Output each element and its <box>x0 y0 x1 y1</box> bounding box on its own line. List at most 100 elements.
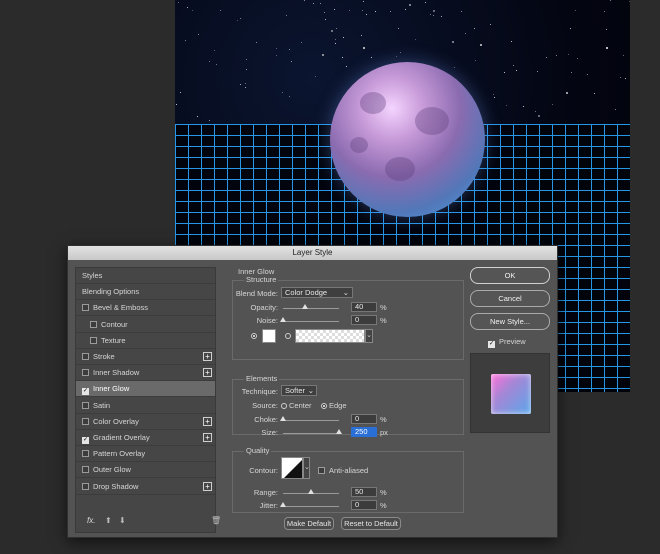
sidebar-item[interactable]: Bevel & Emboss <box>76 300 215 317</box>
edge-radio[interactable] <box>321 403 327 409</box>
chevron-down-icon[interactable]: ⌄ <box>365 329 373 343</box>
star <box>331 30 333 32</box>
star <box>546 57 547 58</box>
jitter-slider[interactable] <box>280 502 339 507</box>
sidebar-item-label: Stroke <box>93 352 115 361</box>
noise-input[interactable]: 0 <box>351 315 377 325</box>
range-slider-thumb[interactable] <box>308 489 314 494</box>
color-radio[interactable] <box>251 333 257 339</box>
move-down-icon[interactable]: ⬇ <box>119 516 126 525</box>
px-unit: px <box>380 428 388 437</box>
add-icon[interactable]: + <box>203 433 212 442</box>
cancel-button[interactable]: Cancel <box>470 290 550 307</box>
sidebar-item[interactable]: Outer Glow <box>76 462 215 479</box>
trash-icon[interactable]: 🗑 <box>211 516 221 525</box>
layer-style-dialog: Layer Style Styles Blending Options Bevel … <box>67 245 558 538</box>
sidebar-item[interactable]: Blending Options <box>76 284 215 301</box>
style-checkbox[interactable] <box>82 417 89 425</box>
star <box>342 57 343 58</box>
sidebar-item[interactable]: Satin <box>76 398 215 414</box>
size-slider-thumb[interactable] <box>336 429 342 434</box>
style-checkbox[interactable] <box>82 482 89 490</box>
sidebar-item[interactable]: Inner Shadow + <box>76 365 215 382</box>
star <box>375 11 376 12</box>
choke-slider[interactable] <box>280 416 339 421</box>
star <box>405 9 406 10</box>
style-checkbox[interactable]: ✓ <box>82 388 89 396</box>
gradient-picker[interactable] <box>295 329 365 343</box>
inner-glow-panel: Inner Glow Structure Blend Mode: Color D… <box>224 267 464 533</box>
noise-slider[interactable] <box>280 317 339 322</box>
range-input[interactable]: 50 <box>351 487 377 497</box>
sidebar-item[interactable]: ✓ Inner Glow <box>76 381 215 398</box>
blend-mode-select[interactable]: Color Dodge ⌄ <box>281 287 353 298</box>
anti-aliased-label: Anti-aliased <box>329 466 369 475</box>
style-checkbox[interactable] <box>82 466 89 474</box>
star <box>454 67 455 68</box>
range-slider[interactable] <box>283 489 339 494</box>
style-checkbox[interactable] <box>82 450 89 458</box>
chevron-down-icon[interactable]: ⌄ <box>303 457 310 479</box>
sidebar-item[interactable]: Contour <box>76 317 215 333</box>
technique-select[interactable]: Softer ⌄ <box>281 385 317 396</box>
new-style-button[interactable]: New Style... <box>470 313 550 330</box>
size-slider[interactable] <box>283 429 342 434</box>
opacity-slider[interactable] <box>283 304 339 309</box>
preview-box <box>470 353 550 433</box>
add-icon[interactable]: + <box>203 352 212 361</box>
opacity-input[interactable]: 40 <box>351 302 377 312</box>
star <box>409 4 411 6</box>
jitter-slider-thumb[interactable] <box>280 502 286 507</box>
opacity-slider-thumb[interactable] <box>302 304 309 309</box>
sidebar-item[interactable]: Color Overlay + <box>76 414 215 430</box>
reset-default-button[interactable]: Reset to Default <box>341 517 401 530</box>
sidebar-item[interactable]: ✓ Gradient Overlay + <box>76 430 215 446</box>
make-default-button[interactable]: Make Default <box>284 517 334 530</box>
noise-slider-thumb[interactable] <box>280 317 286 322</box>
source-edge-option[interactable]: Edge <box>321 401 347 410</box>
add-icon[interactable]: + <box>203 368 212 378</box>
star <box>513 65 514 66</box>
style-checkbox[interactable] <box>82 369 89 377</box>
dialog-title[interactable]: Layer Style <box>68 246 557 260</box>
contour-picker[interactable] <box>281 457 303 479</box>
sidebar-item-label: Drop Shadow <box>93 481 139 491</box>
style-checkbox[interactable]: ✓ <box>82 437 89 444</box>
style-checkbox[interactable] <box>82 353 89 360</box>
style-checkbox[interactable] <box>90 320 97 328</box>
style-checkbox[interactable] <box>82 304 89 312</box>
anti-aliased-option[interactable]: Anti-aliased <box>318 466 368 475</box>
choke-slider-thumb[interactable] <box>280 416 286 421</box>
star <box>185 40 186 41</box>
style-checkbox[interactable] <box>82 401 89 409</box>
preview-option[interactable]: ✓ Preview <box>488 337 526 348</box>
preview-checkbox[interactable]: ✓ <box>488 341 495 348</box>
star <box>324 12 325 13</box>
sidebar-item[interactable]: Drop Shadow + <box>76 479 215 495</box>
sidebar-item[interactable]: Stroke + <box>76 349 215 365</box>
star <box>568 54 569 55</box>
star <box>220 10 221 11</box>
source-center-option[interactable]: Center <box>281 401 312 410</box>
add-icon[interactable]: + <box>203 416 212 426</box>
glow-color-swatch[interactable] <box>262 329 276 343</box>
center-radio[interactable] <box>281 403 287 409</box>
percent-unit: % <box>380 415 387 424</box>
star <box>246 59 247 60</box>
fx-icon[interactable]: fx. <box>87 516 95 525</box>
size-input[interactable]: 250 <box>351 427 377 437</box>
gradient-radio[interactable] <box>285 333 291 339</box>
sidebar-item[interactable]: Pattern Overlay <box>76 446 215 463</box>
jitter-input[interactable]: 0 <box>351 500 377 510</box>
add-icon[interactable]: + <box>203 481 212 491</box>
elements-heading: Elements <box>244 374 280 383</box>
move-up-icon[interactable]: ⬆ <box>105 516 112 525</box>
anti-aliased-checkbox[interactable] <box>318 467 325 474</box>
sidebar-item[interactable]: Styles <box>76 268 215 284</box>
sidebar-item[interactable]: Texture <box>76 333 215 349</box>
style-checkbox[interactable] <box>90 336 97 344</box>
ok-button[interactable]: OK <box>470 267 550 284</box>
contour-label: Contour: <box>249 466 278 475</box>
star <box>335 43 336 44</box>
choke-input[interactable]: 0 <box>351 414 377 424</box>
